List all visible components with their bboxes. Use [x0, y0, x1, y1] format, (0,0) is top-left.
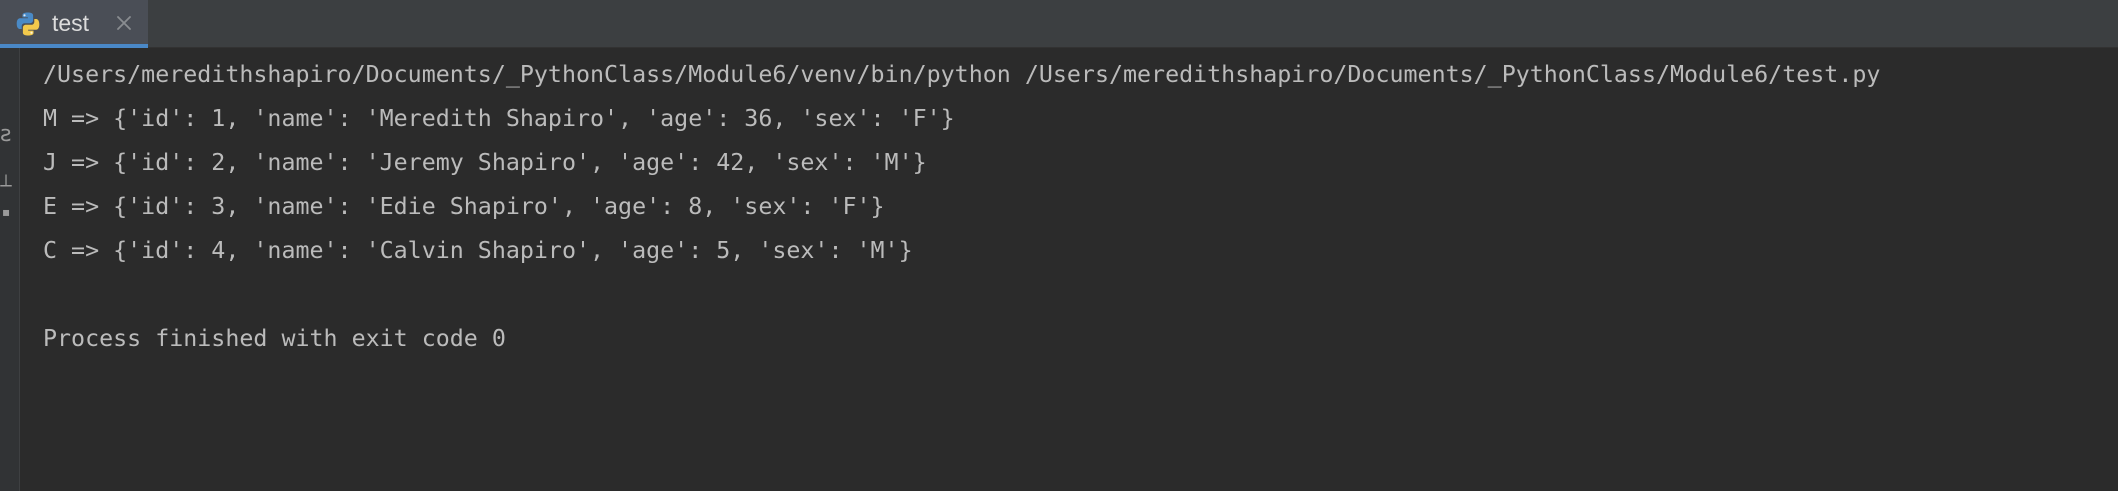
- output-line: M => {'id': 1, 'name': 'Meredith Shapiro…: [43, 105, 955, 132]
- output-line: C => {'id': 4, 'name': 'Calvin Shapiro',…: [43, 237, 913, 264]
- console-output: /Users/meredithshapiro/Documents/_Python…: [43, 53, 2118, 361]
- tab-test[interactable]: test: [0, 0, 148, 48]
- rerun-icon[interactable]: ƨ: [0, 124, 11, 146]
- pin-icon[interactable]: ▪: [2, 206, 10, 218]
- command-line: /Users/meredithshapiro/Documents/_Python…: [43, 61, 1881, 88]
- exit-message: Process finished with exit code 0: [43, 325, 506, 352]
- console-gutter: ƨ ⟂ ▪: [0, 48, 20, 491]
- scroll-icon[interactable]: ⟂: [0, 172, 12, 190]
- active-tab-indicator: [0, 44, 148, 48]
- close-icon[interactable]: [112, 11, 136, 35]
- tab-label: test: [52, 10, 90, 36]
- output-line: E => {'id': 3, 'name': 'Edie Shapiro', '…: [43, 193, 885, 220]
- output-line: J => {'id': 2, 'name': 'Jeremy Shapiro',…: [43, 149, 927, 176]
- editor-tab-bar: test: [0, 0, 2118, 48]
- python-icon: [14, 10, 42, 38]
